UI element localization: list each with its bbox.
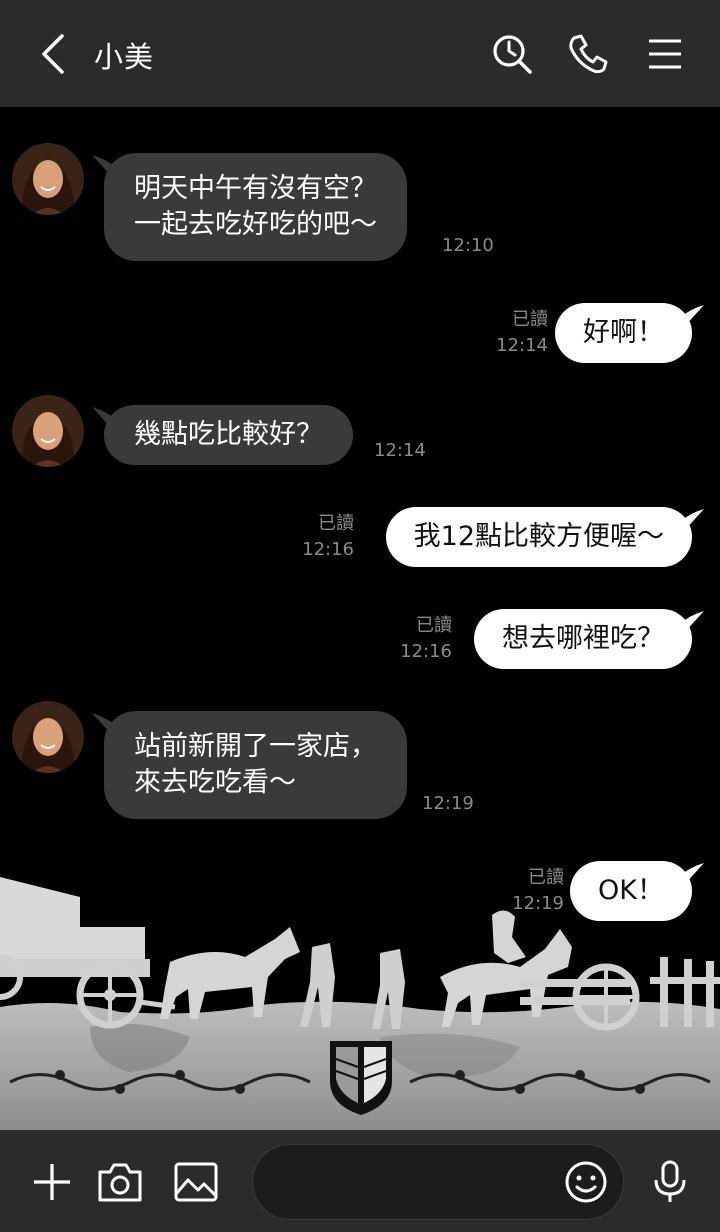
message-bubble-outgoing[interactable]: 我12點比較方便喔～: [385, 507, 692, 567]
back-chevron-icon[interactable]: [34, 32, 74, 76]
image-icon[interactable]: [172, 1158, 220, 1206]
phone-icon[interactable]: [564, 30, 612, 78]
message-time: 12:10: [442, 235, 494, 256]
composer-bar: [0, 1130, 720, 1232]
read-receipt: 已讀: [318, 513, 354, 534]
contact-avatar[interactable]: [12, 395, 84, 467]
message-meta: 已讀 12:19: [512, 865, 564, 917]
message-bubble-outgoing[interactable]: OK！: [570, 861, 692, 921]
chat-area[interactable]: 明天中午有沒有空？ 一起去吃好吃的吧～ 12:10 已讀 12:14 好啊！ 幾…: [0, 107, 720, 1130]
message-time: 12:14: [496, 335, 548, 356]
microphone-icon[interactable]: [646, 1158, 694, 1206]
emoji-icon[interactable]: [562, 1158, 610, 1206]
message-time: 12:16: [400, 641, 452, 662]
profile-photo-icon: [12, 395, 84, 467]
chat-title: 小美: [94, 40, 155, 74]
plus-icon[interactable]: [28, 1158, 76, 1206]
message-time: 12:14: [374, 440, 426, 461]
message-meta: 已讀 12:14: [496, 307, 548, 359]
message-bubble-incoming[interactable]: 站前新開了一家店， 來去吃吃看～: [104, 711, 407, 819]
profile-photo-icon: [12, 701, 84, 773]
contact-avatar[interactable]: [12, 143, 84, 215]
camera-icon[interactable]: [96, 1158, 144, 1206]
message-bubble-outgoing[interactable]: 想去哪裡吃？: [474, 609, 692, 669]
message-meta: 已讀 12:16: [302, 511, 354, 563]
read-receipt: 已讀: [512, 309, 548, 330]
message-time: 12:19: [422, 793, 474, 814]
profile-photo-icon: [12, 143, 84, 215]
message-time: 12:19: [512, 893, 564, 914]
read-receipt: 已讀: [416, 615, 452, 636]
search-history-icon[interactable]: [488, 30, 536, 78]
contact-avatar[interactable]: [12, 701, 84, 773]
message-bubble-outgoing[interactable]: 好啊！: [555, 303, 692, 363]
message-bubble-incoming[interactable]: 幾點吃比較好？: [104, 405, 353, 465]
message-bubble-incoming[interactable]: 明天中午有沒有空？ 一起去吃好吃的吧～: [104, 153, 407, 261]
menu-icon[interactable]: [641, 30, 689, 78]
chat-header: 小美: [0, 0, 720, 107]
read-receipt: 已讀: [528, 867, 564, 888]
message-meta: 已讀 12:16: [400, 613, 452, 665]
message-time: 12:16: [302, 539, 354, 560]
